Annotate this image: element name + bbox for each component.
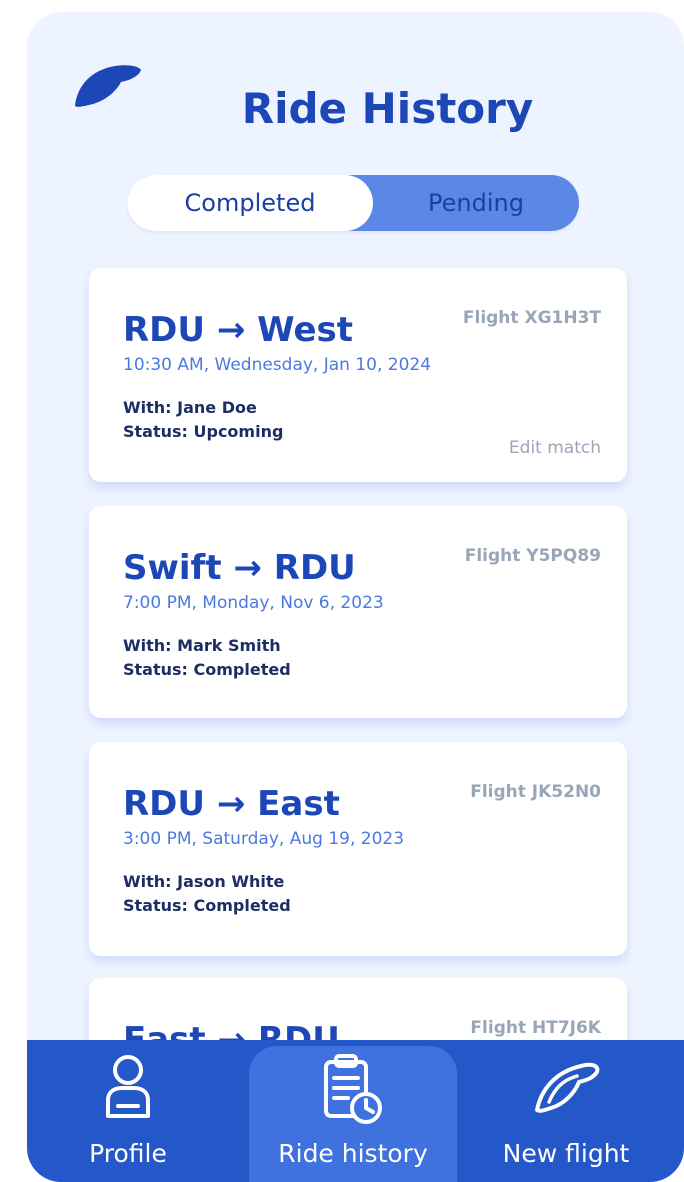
phone-screen: Ride History Completed Pending RDU → Wes… <box>27 12 684 1182</box>
nav-new-flight-label: New flight <box>502 1139 630 1168</box>
ride-status: Status: Upcoming <box>123 422 284 441</box>
clipboard-clock-icon <box>324 1054 382 1124</box>
tab-pending[interactable]: Pending <box>373 175 579 231</box>
ride-partner: With: Jason White <box>123 872 285 891</box>
nav-profile-label: Profile <box>89 1139 167 1168</box>
ride-card[interactable]: RDU → West Flight XG1H3T 10:30 AM, Wedne… <box>89 268 627 482</box>
edit-match-link[interactable]: Edit match <box>509 438 601 458</box>
nav-new-flight[interactable]: New flight <box>481 1040 651 1182</box>
ride-route: RDU → East <box>123 784 340 824</box>
ride-status: Status: Completed <box>123 896 291 915</box>
ride-time: 3:00 PM, Saturday, Aug 19, 2023 <box>123 829 405 849</box>
ride-partner: With: Jane Doe <box>123 398 257 417</box>
page-title: Ride History <box>241 84 534 133</box>
ride-meta: With: Mark Smith Status: Completed <box>123 634 291 682</box>
ride-card[interactable]: RDU → East Flight JK52N0 3:00 PM, Saturd… <box>89 742 627 956</box>
tab-completed[interactable]: Completed <box>127 175 373 231</box>
person-icon <box>106 1055 150 1118</box>
nav-ride-history[interactable]: Ride history <box>249 1040 457 1182</box>
flight-number: Flight Y5PQ89 <box>464 546 601 566</box>
ride-time: 10:30 AM, Wednesday, Jan 10, 2024 <box>123 355 432 375</box>
ride-meta: With: Jason White Status: Completed <box>123 870 291 918</box>
ride-route: Swift → RDU <box>123 548 356 588</box>
nav-profile[interactable]: Profile <box>63 1040 193 1182</box>
flight-number: Flight JK52N0 <box>470 782 601 802</box>
ride-card[interactable]: Swift → RDU Flight Y5PQ89 7:00 PM, Monda… <box>89 506 627 718</box>
ride-meta: With: Jane Doe Status: Upcoming <box>123 396 283 444</box>
flight-number: Flight HT7J6K <box>470 1018 601 1038</box>
wing-icon <box>535 1062 600 1113</box>
ride-status: Status: Completed <box>123 660 291 679</box>
ride-time: 7:00 PM, Monday, Nov 6, 2023 <box>123 593 384 613</box>
ride-route: RDU → West <box>123 310 354 350</box>
nav-ride-history-label: Ride history <box>278 1139 428 1168</box>
ride-partner: With: Mark Smith <box>123 636 281 655</box>
flight-number: Flight XG1H3T <box>462 308 601 328</box>
ride-status-toggle: Completed Pending <box>127 175 579 231</box>
bottom-navigation: Profile Ride history New flight <box>27 1040 684 1182</box>
